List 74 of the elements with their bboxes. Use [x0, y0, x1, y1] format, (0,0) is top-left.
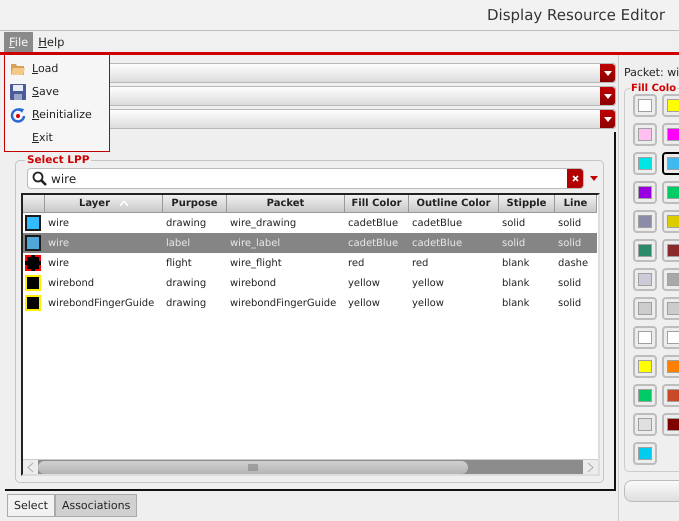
table-cell: solid	[555, 233, 597, 253]
column-label: Purpose	[171, 198, 218, 209]
color-swatch[interactable]	[633, 326, 657, 349]
column-header[interactable]: Fill Color	[345, 195, 409, 213]
search-input[interactable]: wire	[51, 172, 563, 186]
color-swatch[interactable]	[662, 152, 679, 175]
search-icon	[32, 171, 47, 186]
close-icon	[572, 175, 578, 182]
search-field[interactable]: wire	[27, 168, 584, 189]
tab[interactable]: Select	[7, 494, 55, 517]
table-cell: wire	[45, 233, 163, 253]
refresh-icon	[10, 106, 26, 122]
column-label: Fill Color	[351, 198, 402, 209]
table-cell: solid	[499, 233, 555, 253]
menu-item[interactable]: Load	[5, 57, 109, 80]
color-swatch[interactable]	[662, 297, 679, 320]
folder-icon	[10, 62, 26, 76]
color-swatch[interactable]	[633, 297, 657, 320]
color-swatch[interactable]	[633, 239, 657, 262]
color-swatch[interactable]	[633, 442, 657, 465]
color-swatch[interactable]	[633, 152, 657, 175]
caret-icon	[604, 94, 612, 98]
column-header[interactable]: Line	[555, 195, 597, 213]
group-title: Fill Colo	[630, 83, 678, 94]
color-swatch[interactable]	[662, 268, 679, 291]
column-header[interactable]: Packet	[227, 195, 345, 213]
packet-label: Packet: wi	[624, 66, 679, 79]
sort-ascending-icon	[120, 201, 128, 206]
color-swatch[interactable]	[633, 210, 657, 233]
color-swatch[interactable]	[662, 181, 679, 204]
menu-item[interactable]: Save	[5, 80, 109, 103]
color-swatch[interactable]	[662, 413, 679, 436]
column-header[interactable]: Layer	[45, 195, 163, 213]
column-header[interactable]: Stipple	[499, 195, 555, 213]
color-swatch[interactable]	[633, 384, 657, 407]
column-label: Layer	[78, 198, 110, 209]
color-swatch[interactable]	[662, 239, 679, 262]
color-swatch[interactable]	[633, 94, 657, 117]
caret-icon	[604, 70, 612, 76]
column-label: Outline Color	[416, 198, 491, 209]
scroll-left-icon[interactable]	[23, 460, 38, 474]
scroll-right-icon[interactable]	[583, 460, 598, 474]
color-swatch[interactable]	[662, 123, 679, 146]
column-label: Stipple	[506, 198, 546, 209]
table-cell: wire_label	[227, 233, 345, 253]
color-swatch[interactable]	[662, 355, 679, 378]
tab[interactable]: Associations	[54, 494, 138, 517]
color-swatch[interactable]	[662, 210, 679, 233]
column-label: Line	[564, 198, 588, 209]
dropdown-caret-icon[interactable]	[590, 176, 598, 181]
color-swatch[interactable]	[662, 326, 679, 349]
column-header[interactable]	[23, 195, 45, 213]
column-label: Packet	[266, 198, 304, 209]
group-title: Select LPP	[26, 154, 90, 166]
color-swatch[interactable]	[633, 123, 657, 146]
color-swatch[interactable]	[633, 181, 657, 204]
horizontal-scrollbar[interactable]	[23, 459, 598, 474]
scroll-thumb[interactable]	[38, 460, 468, 474]
column-header[interactable]: Purpose	[163, 195, 227, 213]
table-cell: label	[163, 233, 227, 253]
table-cell: cadetBlue	[409, 233, 499, 253]
clear-button[interactable]	[567, 169, 583, 188]
menu-item[interactable]: Help	[33, 32, 70, 52]
table-cell: cadetBlue	[345, 233, 409, 253]
color-swatch[interactable]	[662, 94, 679, 117]
color-swatch[interactable]	[633, 413, 657, 436]
column-header[interactable]: Outline Color	[409, 195, 499, 213]
menu-item[interactable]: Reinitialize	[5, 103, 109, 126]
menu-item[interactable]: Exit	[5, 126, 109, 149]
caret-icon	[604, 116, 612, 122]
color-swatch[interactable]	[633, 268, 657, 291]
window-title: Display Resource Editor	[486, 6, 665, 24]
color-swatch[interactable]	[633, 355, 657, 378]
color-swatch[interactable]	[662, 384, 679, 407]
